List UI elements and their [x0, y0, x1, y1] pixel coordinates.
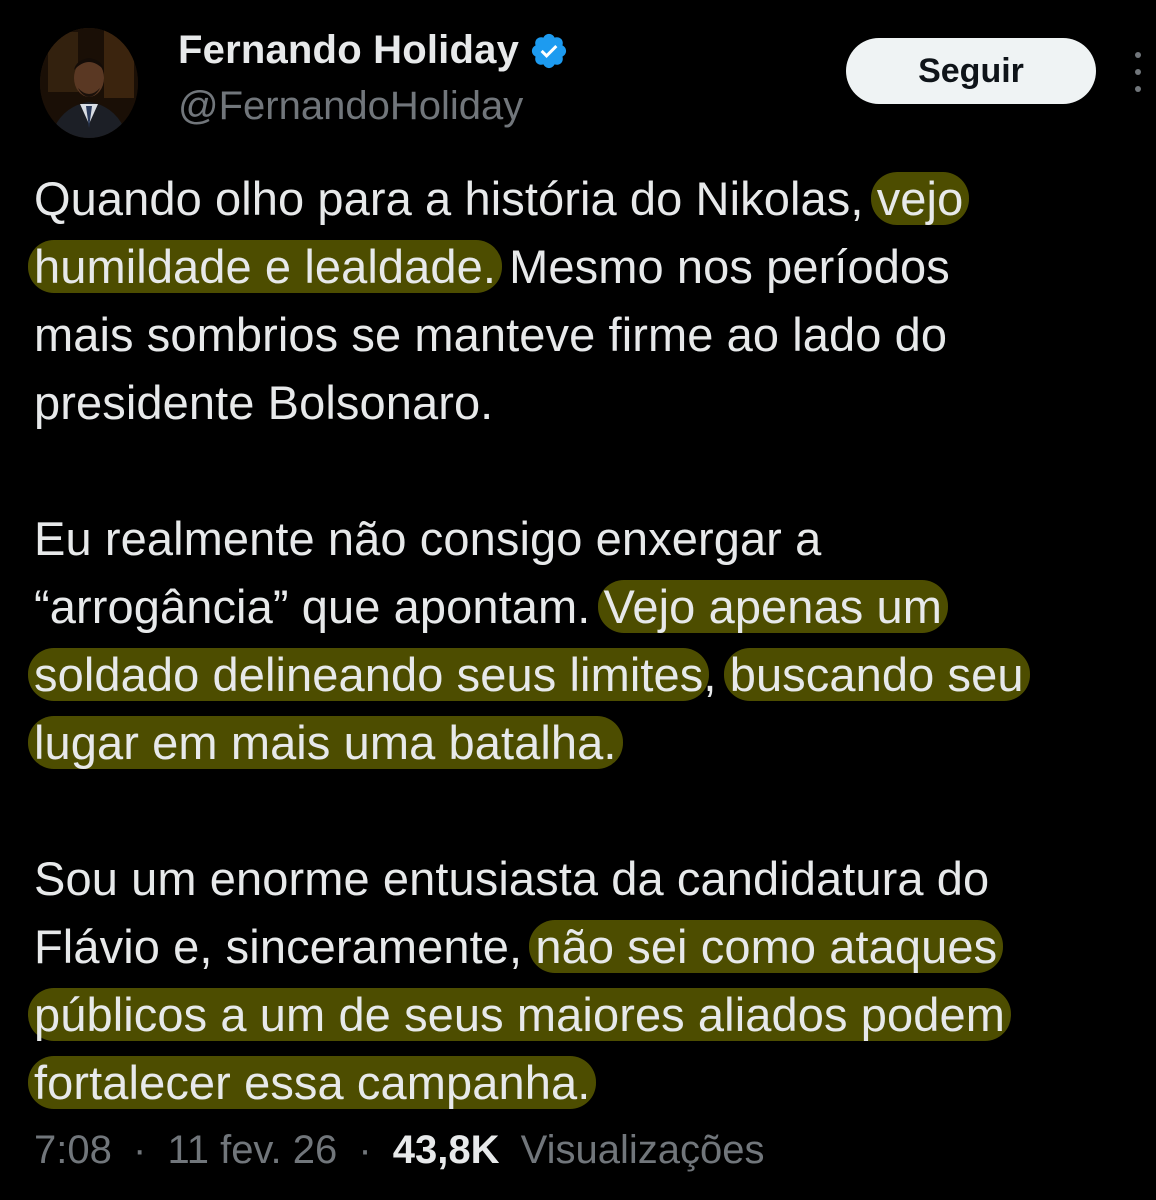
tweet-line: Quando olho para a história do Nikolas, …	[34, 165, 1152, 233]
tweet-line: Flávio e, sinceramente, não sei como ata…	[34, 913, 1152, 981]
tweet-line: fortalecer essa campanha.	[28, 1049, 1152, 1117]
follow-button[interactable]: Seguir	[846, 38, 1096, 104]
tweet-text-segment: Sou um enorme entusiasta da candidatura …	[34, 852, 990, 905]
highlighted-text: vejo	[870, 172, 970, 225]
tweet-line: mais sombrios se manteve firme ao lado d…	[34, 301, 1152, 369]
author-name-row: Fernando Holiday	[178, 28, 569, 73]
tweet-line: “arrogância” que apontam. Vejo apenas um	[34, 573, 1152, 641]
tweet-text-segment: Eu realmente não consigo enxergar a	[34, 512, 822, 565]
highlighted-text: humildade e lealdade.	[28, 240, 503, 293]
verified-badge-icon[interactable]	[529, 31, 569, 71]
tweet-text-segment: presidente Bolsonaro.	[34, 376, 494, 429]
tweet-text-segment: Flávio e, sinceramente,	[34, 920, 536, 973]
highlighted-text: soldado delineando seus limites	[28, 648, 710, 701]
more-dot	[1135, 52, 1141, 58]
highlighted-text: fortalecer essa campanha.	[28, 1056, 597, 1109]
tweet-time[interactable]: 7:08	[34, 1128, 112, 1172]
views-count[interactable]: 43,8K	[393, 1128, 500, 1172]
tweet-line: públicos a um de seus maiores aliados po…	[28, 981, 1152, 1049]
more-dot	[1135, 86, 1141, 92]
tweet-line: lugar em mais uma batalha.	[28, 709, 1152, 777]
views-label[interactable]: Visualizações	[521, 1128, 765, 1172]
meta-separator: ·	[358, 1128, 372, 1172]
author-handle[interactable]: @FernandoHoliday	[178, 84, 523, 129]
tweet-text-segment: mais sombrios se manteve firme ao lado d…	[34, 308, 948, 361]
tweet-meta: 7:08 · 11 fev. 26 · 43,8K Visualizações	[34, 1128, 775, 1173]
author-display-name[interactable]: Fernando Holiday	[178, 28, 519, 73]
more-options-icon[interactable]	[1126, 52, 1150, 92]
tweet-line: presidente Bolsonaro.	[34, 369, 1152, 437]
highlighted-text: lugar em mais uma batalha.	[28, 716, 623, 769]
highlighted-text: Vejo apenas um	[597, 580, 949, 633]
tweet-date[interactable]: 11 fev. 26	[167, 1128, 337, 1172]
tweet-line: Eu realmente não consigo enxergar a	[34, 505, 1152, 573]
tweet-text-segment: Quando olho para a história do Nikolas,	[34, 172, 877, 225]
tweet-line: humildade e lealdade. Mesmo nos períodos	[28, 233, 1152, 301]
author-avatar[interactable]	[40, 28, 138, 138]
tweet-line: Sou um enorme entusiasta da candidatura …	[34, 845, 1152, 913]
highlighted-text: não sei como ataques	[529, 920, 1004, 973]
highlighted-text: públicos a um de seus maiores aliados po…	[28, 988, 1011, 1041]
tweet-text-segment: “arrogância” que apontam.	[34, 580, 604, 633]
tweet-text-segment: Mesmo nos períodos	[496, 240, 950, 293]
meta-separator: ·	[132, 1128, 147, 1172]
highlighted-text: buscando seu	[723, 648, 1030, 701]
more-dot	[1135, 69, 1141, 75]
tweet-line: soldado delineando seus limites, buscand…	[28, 641, 1152, 709]
tweet-text: Quando olho para a história do Nikolas, …	[28, 165, 1152, 1117]
